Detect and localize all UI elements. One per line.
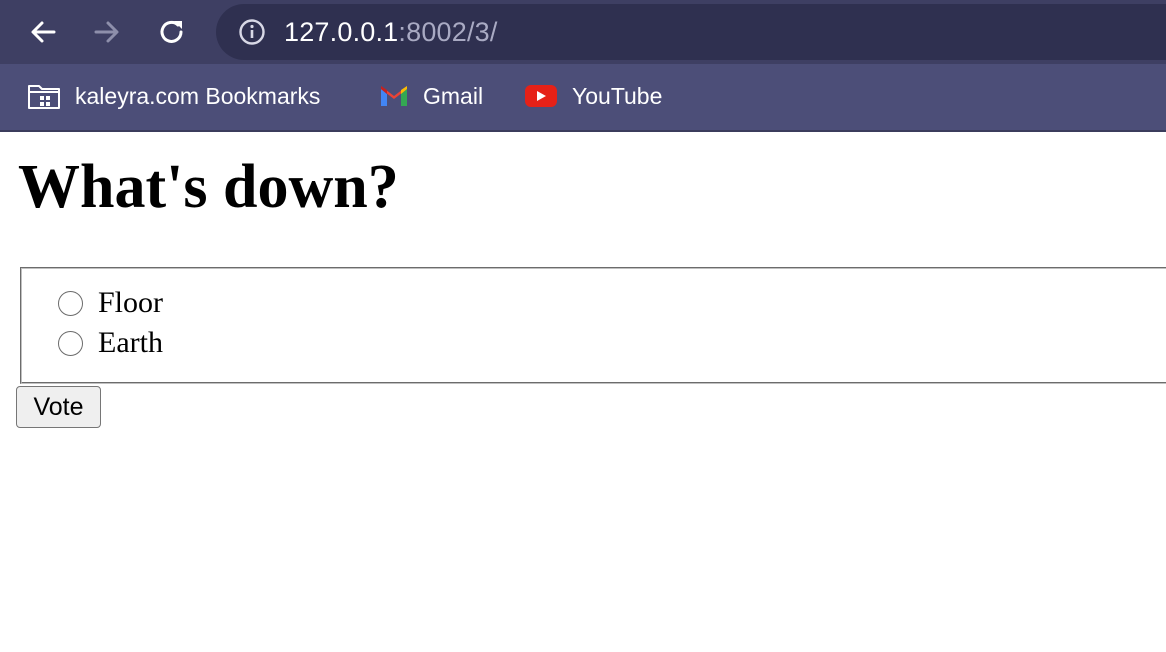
browser-toolbar: 127.0.0.1:8002/3/ [0, 0, 1166, 64]
radio-button[interactable] [58, 290, 83, 316]
bookmark-label: YouTube [572, 82, 663, 109]
radio-button[interactable] [58, 330, 83, 356]
back-button[interactable] [23, 12, 63, 52]
bookmark-gmail[interactable]: Gmail [379, 78, 483, 114]
bookmarks-bar: kaleyra.com Bookmarks Gmail YouTube [0, 64, 1166, 132]
folder-icon [27, 82, 61, 110]
reload-button[interactable] [152, 12, 192, 52]
choice-label: Earth [98, 326, 163, 359]
forward-button[interactable] [87, 12, 127, 52]
reload-icon [160, 20, 183, 43]
bookmark-kaleyra-folder[interactable]: kaleyra.com Bookmarks [27, 78, 320, 114]
arrow-right-icon [94, 21, 119, 43]
arrow-left-icon [31, 21, 56, 43]
url-text: 127.0.0.1:8002/3/ [284, 16, 498, 48]
url-host: 127.0.0.1 [284, 17, 399, 47]
site-info-icon[interactable] [238, 18, 266, 46]
page-content: What's down? Floor Earth Vote [0, 132, 1166, 652]
choice-earth[interactable]: Earth [58, 326, 163, 360]
choice-label: Floor [98, 286, 164, 319]
gmail-icon [379, 84, 409, 108]
bookmark-label: kaleyra.com Bookmarks [75, 82, 321, 109]
choice-floor[interactable]: Floor [58, 286, 163, 320]
bookmark-youtube[interactable]: YouTube [524, 78, 662, 114]
page-title: What's down? [18, 153, 399, 221]
address-bar[interactable]: 127.0.0.1:8002/3/ [216, 4, 1166, 60]
choices-fieldset: Floor Earth [20, 267, 1166, 384]
youtube-icon [524, 83, 558, 109]
url-path: :8002/3/ [398, 17, 498, 47]
vote-button[interactable]: Vote [16, 386, 101, 428]
bookmark-label: Gmail [423, 82, 484, 109]
